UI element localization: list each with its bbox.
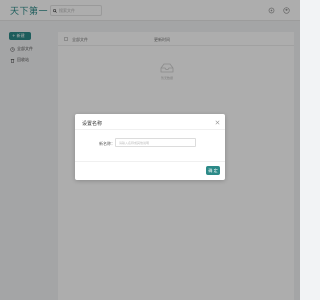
confirm-button[interactable]: 确 定: [206, 166, 220, 175]
close-icon[interactable]: [215, 120, 220, 125]
name-field-label: 新名称：: [99, 141, 115, 146]
name-input[interactable]: [115, 138, 196, 147]
dialog-footer-divider: [75, 161, 225, 162]
dialog-divider: [75, 129, 225, 130]
dialog-title: 设置名称: [82, 121, 103, 127]
rename-dialog: 设置名称 新名称： 确 定: [75, 114, 225, 180]
